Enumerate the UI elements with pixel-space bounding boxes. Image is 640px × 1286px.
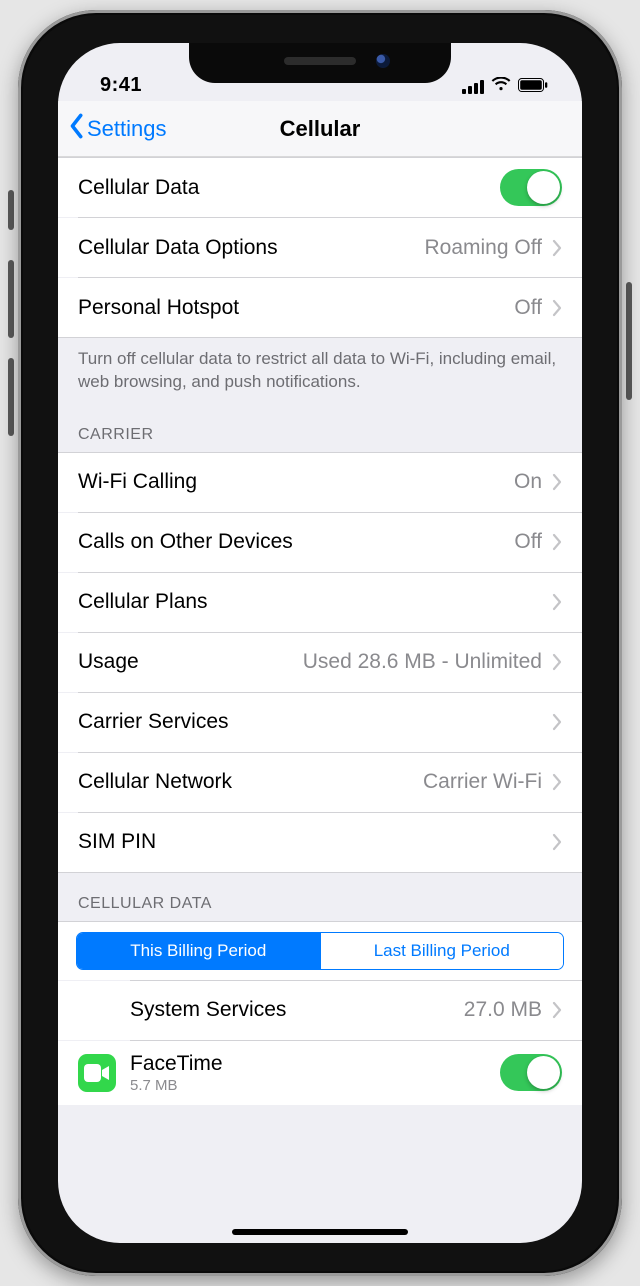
home-indicator[interactable]: [232, 1229, 408, 1235]
usage-row[interactable]: Usage Used 28.6 MB - Unlimited: [58, 633, 582, 692]
cellular-data-row[interactable]: Cellular Data: [58, 158, 582, 217]
chevron-right-icon: [552, 593, 562, 611]
facetime-row[interactable]: FaceTime 5.7 MB: [58, 1041, 582, 1105]
cellular-plans-label: Cellular Plans: [78, 590, 208, 614]
cellular-network-label: Cellular Network: [78, 770, 232, 794]
sim-pin-row[interactable]: SIM PIN: [58, 813, 582, 872]
calls-on-other-devices-detail: Off: [514, 530, 542, 554]
notch: [189, 43, 451, 83]
chevron-right-icon: [552, 713, 562, 731]
chevron-right-icon: [552, 239, 562, 257]
cellular-data-options-row[interactable]: Cellular Data Options Roaming Off: [58, 218, 582, 277]
chevron-right-icon: [552, 653, 562, 671]
chevron-right-icon: [552, 1001, 562, 1019]
cellular-data-options-detail: Roaming Off: [425, 236, 543, 260]
cellular-plans-row[interactable]: Cellular Plans: [58, 573, 582, 632]
cellular-signal-icon: [462, 80, 484, 94]
power-button[interactable]: [626, 282, 632, 400]
usage-label: Usage: [78, 650, 139, 674]
sim-pin-label: SIM PIN: [78, 830, 156, 854]
facetime-label-group: FaceTime 5.7 MB: [130, 1052, 223, 1094]
chevron-right-icon: [552, 299, 562, 317]
facetime-icon: [78, 1054, 116, 1092]
nav-bar: Settings Cellular: [58, 101, 582, 157]
facetime-sublabel: 5.7 MB: [130, 1077, 223, 1094]
chevron-right-icon: [552, 533, 562, 551]
cellular-data-header: CELLULAR DATA: [58, 873, 582, 921]
system-services-label: System Services: [130, 998, 286, 1022]
cellular-network-row[interactable]: Cellular Network Carrier Wi-Fi: [58, 753, 582, 812]
page-title: Cellular: [58, 101, 582, 156]
volume-down-button[interactable]: [8, 358, 14, 436]
cellular-network-detail: Carrier Wi-Fi: [423, 770, 542, 794]
device-bezel: 9:41: [18, 10, 622, 1276]
facetime-toggle[interactable]: [500, 1054, 562, 1091]
battery-icon: [518, 78, 548, 97]
cellular-data-options-label: Cellular Data Options: [78, 236, 278, 260]
carrier-services-row[interactable]: Carrier Services: [58, 693, 582, 752]
content-scroll[interactable]: Cellular Data Cellular Data Options Roam…: [58, 157, 582, 1243]
personal-hotspot-detail: Off: [514, 296, 542, 320]
front-camera: [376, 54, 390, 68]
chevron-right-icon: [552, 773, 562, 791]
carrier-services-label: Carrier Services: [78, 710, 229, 734]
earpiece: [284, 57, 356, 65]
device-frame: 9:41: [0, 0, 640, 1286]
personal-hotspot-label: Personal Hotspot: [78, 296, 239, 320]
chevron-right-icon: [552, 473, 562, 491]
device-bezel-inner: 9:41: [23, 15, 617, 1271]
wifi-icon: [491, 77, 511, 97]
screen: 9:41: [58, 43, 582, 1243]
wifi-calling-detail: On: [514, 470, 542, 494]
billing-period-segmented: This Billing Period Last Billing Period: [58, 922, 582, 980]
status-time: 9:41: [92, 74, 142, 97]
personal-hotspot-row[interactable]: Personal Hotspot Off: [58, 278, 582, 337]
cellular-data-footnote: Turn off cellular data to restrict all d…: [58, 338, 582, 404]
segment-last-billing-period[interactable]: Last Billing Period: [320, 933, 564, 969]
segment-this-billing-period[interactable]: This Billing Period: [77, 933, 320, 969]
facetime-label: FaceTime: [130, 1052, 223, 1076]
usage-detail: Used 28.6 MB - Unlimited: [303, 650, 542, 674]
volume-up-button[interactable]: [8, 260, 14, 338]
system-services-row[interactable]: System Services 27.0 MB: [58, 981, 582, 1040]
mute-switch[interactable]: [8, 190, 14, 230]
chevron-right-icon: [552, 833, 562, 851]
cellular-data-toggle[interactable]: [500, 169, 562, 206]
wifi-calling-label: Wi-Fi Calling: [78, 470, 197, 494]
calls-on-other-devices-row[interactable]: Calls on Other Devices Off: [58, 513, 582, 572]
carrier-header: CARRIER: [58, 404, 582, 452]
wifi-calling-row[interactable]: Wi-Fi Calling On: [58, 453, 582, 512]
system-services-detail: 27.0 MB: [464, 998, 542, 1022]
calls-on-other-devices-label: Calls on Other Devices: [78, 530, 293, 554]
cellular-data-label: Cellular Data: [78, 176, 199, 200]
status-indicators: [462, 77, 552, 97]
